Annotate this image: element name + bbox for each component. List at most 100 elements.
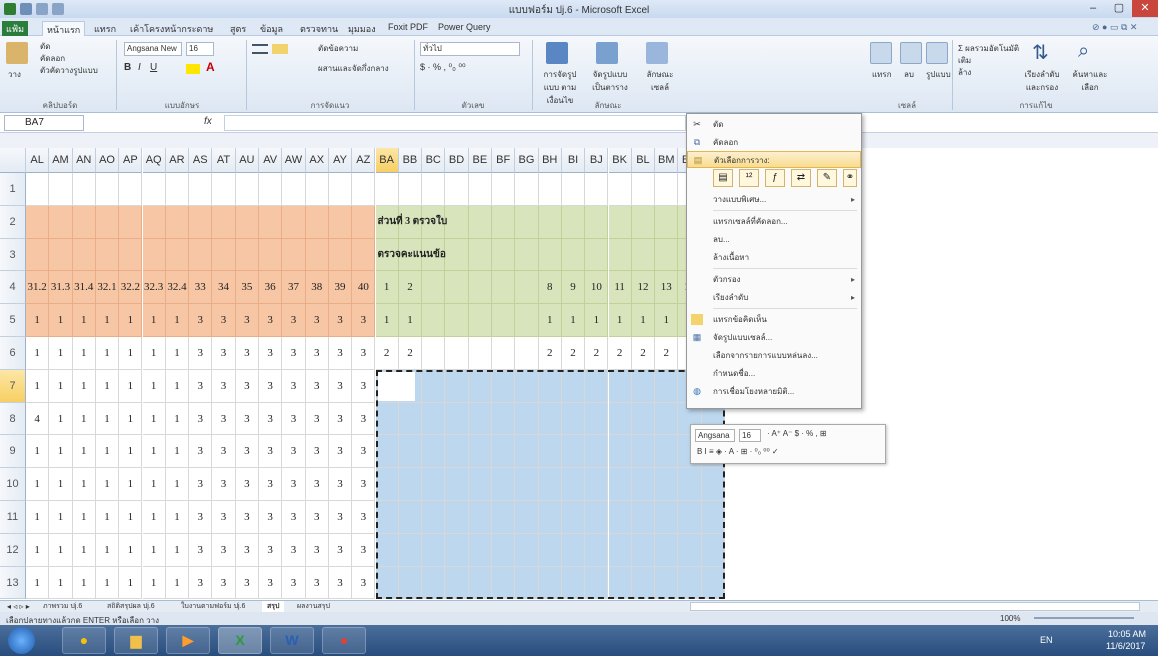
- column-header-bd[interactable]: BD: [445, 148, 469, 173]
- column-header-aw[interactable]: AW: [282, 148, 306, 173]
- cell-bd1[interactable]: [445, 173, 469, 206]
- merge-center-button[interactable]: ผสานและจัดกึ่งกลาง: [318, 62, 389, 75]
- row-header-7[interactable]: 7: [0, 369, 26, 403]
- cell-au5[interactable]: 3: [235, 304, 259, 337]
- row-header-9[interactable]: 9: [0, 435, 26, 469]
- cell-bf3[interactable]: [492, 238, 516, 272]
- horizontal-scrollbar[interactable]: [690, 602, 1140, 611]
- cell-am11[interactable]: 1: [49, 501, 73, 534]
- column-header-ba[interactable]: BA: [375, 148, 399, 173]
- cell-aq4[interactable]: 32.3: [142, 271, 166, 305]
- cell-ay1[interactable]: [328, 173, 353, 206]
- cell-at12[interactable]: 3: [212, 533, 236, 567]
- cell-aw10[interactable]: 3: [282, 468, 306, 501]
- row-header-10[interactable]: 10: [0, 468, 26, 501]
- cell-as9[interactable]: 3: [189, 435, 213, 469]
- align-top-icon[interactable]: [252, 44, 268, 54]
- column-header-ar[interactable]: AR: [165, 148, 190, 173]
- cell-al12[interactable]: 1: [26, 533, 50, 567]
- cell-av5[interactable]: 3: [259, 304, 283, 337]
- cell-bg3[interactable]: [515, 238, 539, 272]
- cell-az3[interactable]: [352, 238, 376, 272]
- cell-ba1[interactable]: [375, 173, 399, 206]
- cell-ap12[interactable]: 1: [119, 533, 143, 567]
- cell-ay8[interactable]: 3: [328, 402, 353, 436]
- cell-bb4[interactable]: 2: [398, 271, 423, 305]
- cell-az4[interactable]: 40: [352, 271, 376, 305]
- cell-al2[interactable]: [26, 205, 50, 239]
- cell-bb5[interactable]: 1: [398, 304, 423, 337]
- cell-an6[interactable]: 1: [72, 337, 96, 370]
- cell-bd2[interactable]: [445, 205, 469, 239]
- cell-an9[interactable]: 1: [72, 435, 96, 469]
- cell-as12[interactable]: 3: [189, 533, 213, 567]
- sort-filter-icon[interactable]: ⇅: [1032, 40, 1049, 65]
- cell-bl2[interactable]: [631, 205, 656, 239]
- cell-bf5[interactable]: [492, 304, 516, 337]
- wrap-text-button[interactable]: ตัดข้อความ: [318, 42, 358, 55]
- cell-aq13[interactable]: 1: [142, 566, 166, 600]
- cell-az8[interactable]: 3: [352, 402, 376, 436]
- excel-taskbar-icon[interactable]: X: [218, 627, 262, 654]
- cell-bk3[interactable]: [608, 238, 632, 272]
- cell-be6[interactable]: [468, 337, 492, 370]
- close-button[interactable]: ✕: [1132, 0, 1158, 17]
- paste-option-formulas[interactable]: ƒ: [765, 169, 785, 187]
- cell-ap2[interactable]: [119, 205, 143, 239]
- cell-am6[interactable]: 1: [49, 337, 73, 370]
- cell-bm2[interactable]: [655, 205, 679, 239]
- font-color-icon[interactable]: A: [206, 60, 215, 74]
- tab-file[interactable]: แฟ้ม: [2, 21, 29, 37]
- cell-bb1[interactable]: [398, 173, 423, 206]
- cell-ap4[interactable]: 32.2: [119, 271, 143, 305]
- zoom-slider[interactable]: [1034, 617, 1134, 619]
- tab-foxit-pdf[interactable]: Foxit PDF: [384, 21, 432, 33]
- cell-bi4[interactable]: 9: [561, 271, 586, 305]
- cell-au3[interactable]: [235, 238, 259, 272]
- cell-bf6[interactable]: [492, 337, 516, 370]
- cell-ar4[interactable]: 32.4: [165, 271, 190, 305]
- delete-cells-button[interactable]: ลบ: [904, 68, 914, 81]
- cell-at1[interactable]: [212, 173, 236, 206]
- cell-bh1[interactable]: [538, 173, 562, 206]
- cell-ay3[interactable]: [328, 238, 353, 272]
- cell-bj1[interactable]: [585, 173, 609, 206]
- cell-aq12[interactable]: 1: [142, 533, 166, 567]
- cell-ay9[interactable]: 3: [328, 435, 353, 469]
- cell-ar6[interactable]: 1: [165, 337, 190, 370]
- cell-av4[interactable]: 36: [259, 271, 283, 305]
- cell-ao2[interactable]: [95, 205, 120, 239]
- cell-aq3[interactable]: [142, 238, 166, 272]
- cell-ap3[interactable]: [119, 238, 143, 272]
- cell-aq2[interactable]: [142, 205, 166, 239]
- format-cells-button[interactable]: รูปแบบ: [926, 68, 951, 81]
- cell-bf2[interactable]: [492, 205, 516, 239]
- row-header-4[interactable]: 4: [0, 271, 26, 305]
- insert-cells-button[interactable]: แทรก: [872, 68, 892, 81]
- folder-taskbar-icon[interactable]: ▆: [114, 627, 158, 654]
- row-header-6[interactable]: 6: [0, 337, 26, 370]
- cell-ao12[interactable]: 1: [95, 533, 120, 567]
- cell-bm1[interactable]: [655, 173, 679, 206]
- cell-bm3[interactable]: [655, 238, 679, 272]
- column-header-bk[interactable]: BK: [608, 148, 632, 173]
- delete-cells-icon[interactable]: [900, 42, 922, 64]
- cell-ax5[interactable]: 3: [305, 304, 329, 337]
- cell-ax6[interactable]: 3: [305, 337, 329, 370]
- insert-cells-icon[interactable]: [870, 42, 892, 64]
- column-header-be[interactable]: BE: [468, 148, 492, 173]
- cell-az12[interactable]: 3: [352, 533, 376, 567]
- sheet-tab[interactable]: ภาพรวม ปj.6: [38, 601, 87, 612]
- cell-bm6[interactable]: 2: [655, 337, 679, 370]
- cell-bl1[interactable]: [631, 173, 656, 206]
- column-header-at[interactable]: AT: [212, 148, 236, 173]
- sheet-tab[interactable]: ผลงานสรุป: [292, 601, 335, 612]
- cell-as4[interactable]: 33: [189, 271, 213, 305]
- cell-bg2[interactable]: [515, 205, 539, 239]
- row-header-12[interactable]: 12: [0, 533, 26, 567]
- active-cell-ba7[interactable]: [377, 371, 415, 401]
- cell-ay6[interactable]: 3: [328, 337, 353, 370]
- column-header-bb[interactable]: BB: [398, 148, 423, 173]
- column-header-bi[interactable]: BI: [561, 148, 586, 173]
- column-header-ao[interactable]: AO: [95, 148, 120, 173]
